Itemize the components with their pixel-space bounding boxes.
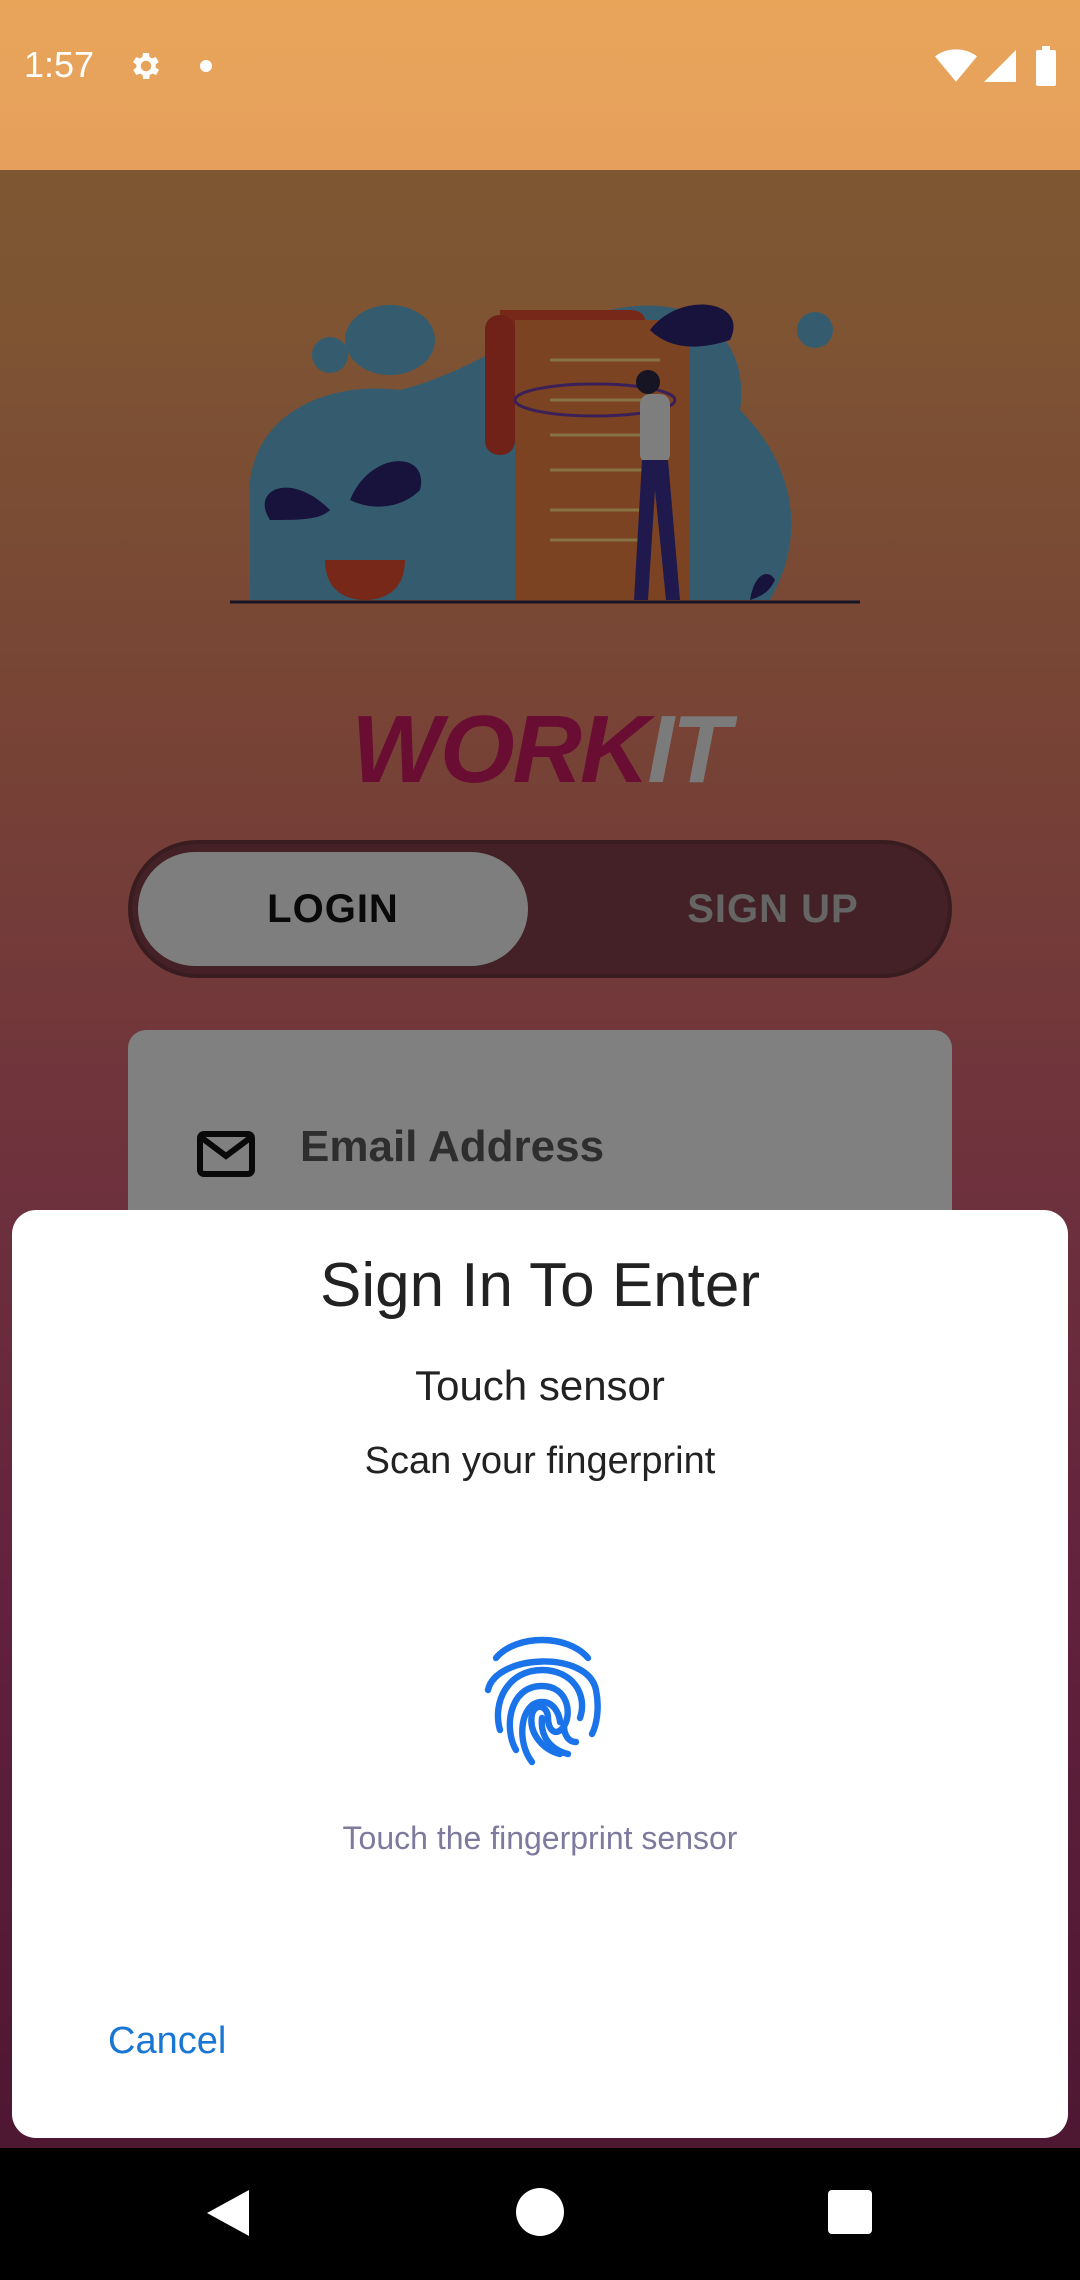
fingerprint-hint: Touch the fingerprint sensor xyxy=(342,1820,738,1856)
home-icon[interactable] xyxy=(516,2188,564,2236)
status-time: 1:57 xyxy=(24,44,95,85)
battery-icon xyxy=(1036,46,1056,86)
gear-icon xyxy=(133,52,160,80)
dot-icon xyxy=(200,60,212,72)
dialog-description: Scan your fingerprint xyxy=(364,1440,716,1482)
signal-icon xyxy=(984,50,1016,82)
wifi-icon xyxy=(935,49,977,82)
back-icon[interactable] xyxy=(205,2188,251,2238)
status-bar: 1:57 xyxy=(0,0,1080,170)
fingerprint-dialog: Sign In To Enter Touch sensor Scan your … xyxy=(12,1210,1068,2138)
dialog-title: Sign In To Enter xyxy=(319,1251,761,1320)
cancel-button[interactable]: Cancel xyxy=(90,2010,244,2073)
dialog-subtitle: Touch sensor xyxy=(415,1362,665,1409)
fingerprint-icon[interactable] xyxy=(480,1630,604,1770)
recents-icon[interactable] xyxy=(828,2190,872,2234)
navigation-bar xyxy=(0,2148,1080,2280)
